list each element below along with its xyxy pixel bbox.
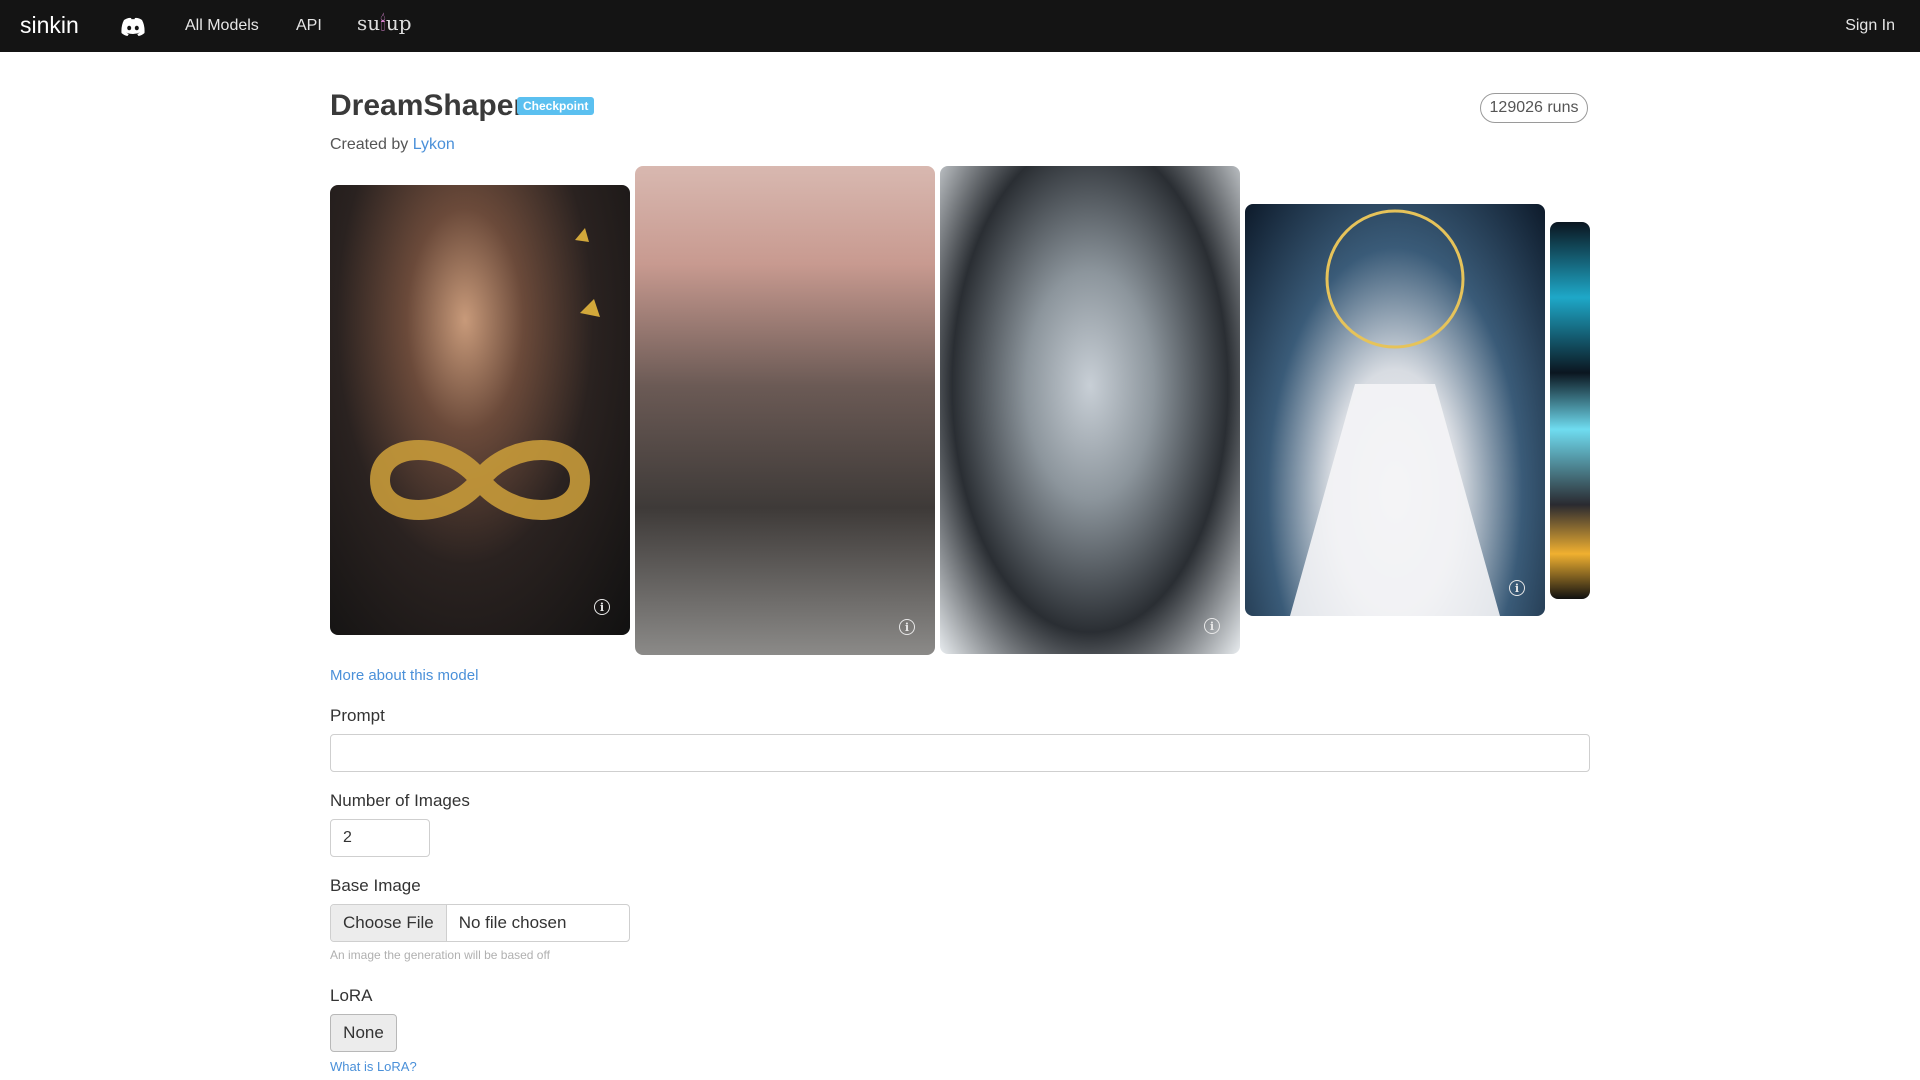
num-images-label: Number of Images [330,791,470,810]
base-image-file-input[interactable]: Choose File No file chosen [330,904,630,942]
image-gallery[interactable]: i i i i [330,164,1590,666]
info-icon[interactable]: i [1204,618,1220,634]
creator-link[interactable]: Lykon [413,136,455,153]
more-about-model-link[interactable]: More about this model [330,667,478,684]
nav-all-models[interactable]: All Models [185,17,259,35]
lora-label: LoRA [330,986,373,1005]
partner-logo-right: up [385,11,412,35]
lora-select-button[interactable]: None [330,1014,397,1052]
gallery-image-4[interactable]: i [1245,204,1545,616]
num-images-input[interactable] [330,819,430,857]
info-icon[interactable]: i [1509,580,1525,596]
nav-api[interactable]: API [296,17,322,35]
gallery-image-5-partial[interactable] [1550,222,1590,599]
infinity-decoration [369,228,600,520]
info-icon[interactable]: i [594,599,610,615]
model-title: DreamShaper [330,89,526,122]
base-image-label: Base Image [330,876,421,895]
prompt-input[interactable] [330,734,1590,772]
what-is-lora-link[interactable]: What is LoRA? [330,1059,417,1074]
gallery-image-1[interactable]: i [330,185,630,635]
navbar: sinkin All Models API su🕯up Sign In [0,0,1920,52]
created-by: Created by Lykon [330,136,455,154]
partner-logo-left: su [357,11,381,35]
discord-icon[interactable] [120,17,146,37]
prompt-label: Prompt [330,706,385,725]
file-status-text: No file chosen [458,913,567,932]
base-image-help: An image the generation will be based of… [330,948,550,962]
sign-in-link[interactable]: Sign In [1845,17,1895,35]
brand-logo[interactable]: sinkin [20,12,79,39]
choose-file-button[interactable]: Choose File [331,905,447,941]
model-type-badge: Checkpoint [517,97,595,115]
gallery-image-3[interactable]: i [940,166,1240,654]
created-prefix: Created by [330,136,409,153]
info-icon[interactable]: i [899,619,915,635]
partner-logo[interactable]: su🕯up [357,11,412,35]
halo-decoration [1290,209,1500,616]
runs-count-badge: 129026 runs [1480,93,1588,123]
gallery-image-2[interactable]: i [635,166,935,655]
